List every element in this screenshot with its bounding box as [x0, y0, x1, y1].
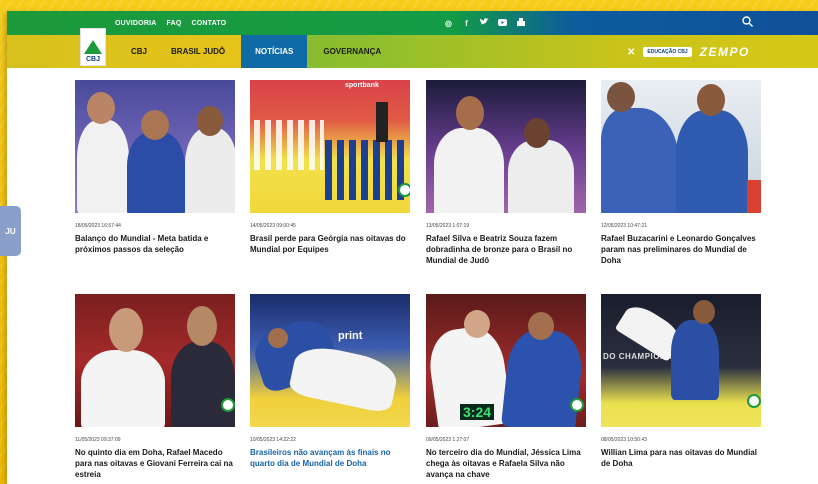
- nav-items: CBJ BRASIL JUDÔ NOTÍCIAS GOVERNANÇA: [119, 35, 393, 68]
- main-nav: CBJ CBJ BRASIL JUDÔ NOTÍCIAS GOVERNANÇA …: [7, 28, 818, 68]
- side-tab-label: JU: [5, 226, 16, 236]
- search-icon[interactable]: [742, 16, 756, 30]
- news-thumbnail[interactable]: print: [250, 294, 410, 427]
- news-card[interactable]: 18/05/2023 16:57:44 Balanço do Mundial -…: [75, 80, 235, 255]
- nav-item-noticias[interactable]: NOTÍCIAS: [241, 35, 308, 68]
- youtube-icon[interactable]: [498, 18, 507, 28]
- facebook-icon[interactable]: f: [462, 19, 471, 28]
- educacao-cbj-link[interactable]: EDUCAÇÃO CBJ: [643, 47, 692, 57]
- news-thumbnail[interactable]: [75, 80, 235, 213]
- twitter-icon[interactable]: [480, 18, 489, 28]
- partner-brands: ✕ EDUCAÇÃO CBJ ZEMPO: [627, 44, 750, 60]
- news-date: 11/05/2023 09:37:09: [75, 437, 121, 443]
- news-thumbnail[interactable]: 3:24: [426, 294, 586, 427]
- news-date: 08/05/2023 10:50:43: [601, 437, 647, 443]
- news-card[interactable]: DO CHAMPIONSHIPS 08/05/2023 10:50:43 Wil…: [601, 294, 761, 469]
- news-thumbnail[interactable]: sportbank: [250, 80, 410, 213]
- logo-text: CBJ: [85, 56, 100, 63]
- news-date: 13/05/2023 1:07:19: [426, 223, 470, 229]
- nav-item-brasil-judo[interactable]: BRASIL JUDÔ: [159, 35, 237, 68]
- flickr-icon[interactable]: [516, 18, 525, 28]
- news-card[interactable]: 12/05/2023 10:47:21 Rafael Buzacarini e …: [601, 80, 761, 266]
- news-thumbnail[interactable]: DO CHAMPIONSHIPS: [601, 294, 761, 427]
- side-accessibility-tab[interactable]: JU: [0, 206, 21, 256]
- news-date: 10/05/2023 14:22:22: [250, 437, 296, 443]
- cbj-logo[interactable]: CBJ: [80, 28, 106, 66]
- news-title[interactable]: Brasil perde para Geórgia nas oitavas do…: [250, 233, 410, 255]
- news-card[interactable]: 13/05/2023 1:07:19 Rafael Silva e Beatri…: [426, 80, 586, 266]
- news-title[interactable]: Brasileiros não avançam às finais no qua…: [250, 447, 410, 469]
- news-date: 09/05/2023 1:27:07: [426, 437, 470, 443]
- zempo-link[interactable]: ZEMPO: [700, 45, 750, 59]
- news-date: 18/05/2023 16:57:44: [75, 223, 121, 229]
- thumb-sponsor-text: print: [338, 330, 363, 342]
- news-thumbnail[interactable]: [426, 80, 586, 213]
- news-title[interactable]: Willian Lima para nas oitavas do Mundial…: [601, 447, 761, 469]
- thumb-sponsor-text: sportbank: [345, 82, 379, 89]
- news-title[interactable]: No terceiro dia do Mundial, Jéssica Lima…: [426, 447, 586, 480]
- nav-item-governanca[interactable]: GOVERNANÇA: [311, 35, 393, 68]
- instagram-icon[interactable]: ◎: [444, 19, 453, 28]
- news-date: 14/05/2023 09:00:45: [250, 223, 296, 229]
- judo-figure-icon: ✕: [627, 46, 636, 58]
- news-thumbnail[interactable]: [75, 294, 235, 427]
- thumb-score-text: 3:24: [460, 404, 495, 420]
- logo-mark-icon: [84, 40, 102, 54]
- news-card[interactable]: 3:24 09/05/2023 1:27:07 No terceiro dia …: [426, 294, 586, 480]
- news-card[interactable]: 11/05/2023 09:37:09 No quinto dia em Doh…: [75, 294, 235, 480]
- news-date: 12/05/2023 10:47:21: [601, 223, 647, 229]
- news-title[interactable]: Balanço do Mundial - Meta batida e próxi…: [75, 233, 235, 255]
- news-card[interactable]: sportbank 14/05/2023 09:00:45 Brasil per…: [250, 80, 410, 255]
- browser-page: OUVIDORIA FAQ CONTATO ◎ f CBJ CBJ BRASIL…: [7, 11, 818, 484]
- link-contato[interactable]: CONTATO: [191, 20, 226, 27]
- social-links: ◎ f: [444, 11, 525, 35]
- top-links: OUVIDORIA FAQ CONTATO: [115, 11, 226, 35]
- nav-item-cbj[interactable]: CBJ: [119, 35, 159, 68]
- link-ouvidoria[interactable]: OUVIDORIA: [115, 20, 156, 27]
- news-title[interactable]: No quinto dia em Doha, Rafael Macedo par…: [75, 447, 235, 480]
- news-thumbnail[interactable]: [601, 80, 761, 213]
- news-title[interactable]: Rafael Buzacarini e Leonardo Gonçalves p…: [601, 233, 761, 266]
- top-bar: OUVIDORIA FAQ CONTATO ◎ f: [7, 11, 818, 35]
- news-card[interactable]: print 10/05/2023 14:22:22 Brasileiros nã…: [250, 294, 410, 469]
- news-title[interactable]: Rafael Silva e Beatriz Souza fazem dobra…: [426, 233, 586, 266]
- link-faq[interactable]: FAQ: [166, 20, 181, 27]
